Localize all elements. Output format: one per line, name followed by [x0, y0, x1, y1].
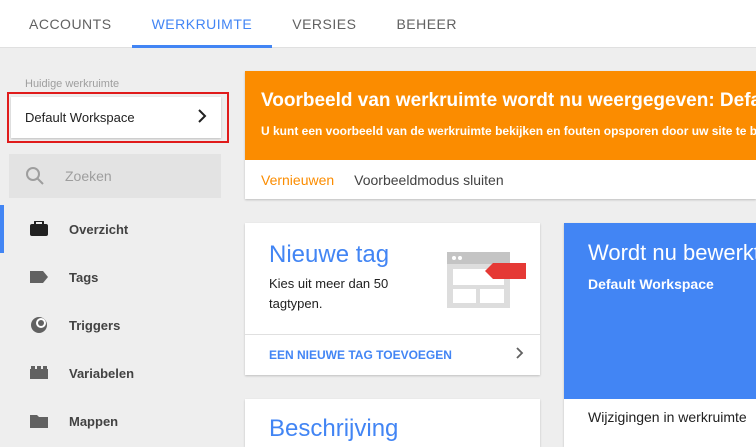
workspace-selector[interactable]: Default Workspace — [11, 97, 221, 138]
chevron-right-icon — [197, 109, 207, 126]
preview-banner-header: Voorbeeld van werkruimte wordt nu weerge… — [245, 71, 756, 160]
now-editing-card: Wordt nu bewerkt Default Workspace Wijzi… — [564, 223, 756, 447]
tag-illustration-icon — [445, 249, 530, 309]
preview-banner-actions: Vernieuwen Voorbeeldmodus sluiten — [245, 160, 756, 199]
tag-icon — [29, 267, 49, 287]
now-editing-title: Wordt nu bewerkt — [588, 240, 756, 265]
sidebar-item-label: Variabelen — [69, 365, 135, 381]
trigger-icon — [29, 315, 49, 335]
description-card: Beschrijving — [245, 399, 540, 447]
new-tag-card: Nieuwe tag Kies uit meer dan 50 tagtypen… — [245, 223, 540, 375]
search-icon — [25, 166, 45, 186]
new-tag-title[interactable]: Nieuwe tag — [269, 241, 389, 269]
search-input[interactable]: Zoeken — [65, 168, 112, 184]
sidebar-item-triggers[interactable]: Triggers — [0, 301, 232, 349]
tab-beheer[interactable]: BEHEER — [376, 0, 477, 48]
variable-icon — [29, 363, 49, 383]
tab-versies[interactable]: VERSIES — [272, 0, 376, 48]
current-workspace-label: Huidige werkruimte — [25, 78, 120, 90]
tab-accounts[interactable]: ACCOUNTS — [0, 0, 132, 48]
sidebar-item-label: Tags — [69, 269, 99, 285]
close-preview-button[interactable]: Voorbeeldmodus sluiten — [354, 172, 503, 188]
renew-button[interactable]: Vernieuwen — [261, 172, 334, 188]
chevron-right-icon — [516, 347, 524, 362]
briefcase-icon — [29, 219, 49, 239]
sidebar-item-variabelen[interactable]: Variabelen — [0, 349, 232, 397]
sidebar-item-label: Mappen — [69, 413, 119, 429]
folder-icon — [29, 411, 49, 431]
workspace-name: Default Workspace — [25, 110, 135, 125]
sidebar-item-label: Overzicht — [69, 221, 129, 237]
workspace-changes-label: Wijzigingen in werkruimte — [588, 409, 747, 425]
sidebar-item-mappen[interactable]: Mappen — [0, 397, 232, 445]
description-title[interactable]: Beschrijving — [269, 415, 398, 443]
now-editing-header: Wordt nu bewerkt Default Workspace — [564, 223, 756, 399]
new-tag-description: Kies uit meer dan 50 tagtypen. — [269, 276, 389, 311]
preview-banner: Voorbeeld van werkruimte wordt nu weerge… — [245, 71, 756, 199]
sidebar-item-overzicht[interactable]: Overzicht — [0, 205, 232, 253]
preview-banner-subtitle: U kunt een voorbeeld van de werkruimte b… — [261, 124, 756, 138]
sidebar-item-tags[interactable]: Tags — [0, 253, 232, 301]
now-editing-workspace: Default Workspace — [588, 276, 714, 292]
top-nav: ACCOUNTS WERKRUIMTE VERSIES BEHEER — [0, 0, 756, 48]
preview-banner-title: Voorbeeld van werkruimte wordt nu weerge… — [261, 90, 756, 111]
add-new-tag-label: EEN NIEUWE TAG TOEVOEGEN — [269, 347, 452, 362]
search-bar[interactable]: Zoeken — [9, 154, 221, 198]
add-new-tag-button[interactable]: EEN NIEUWE TAG TOEVOEGEN — [269, 334, 524, 375]
sidebar-item-label: Triggers — [69, 317, 121, 333]
tab-werkruimte[interactable]: WERKRUIMTE — [131, 0, 273, 48]
